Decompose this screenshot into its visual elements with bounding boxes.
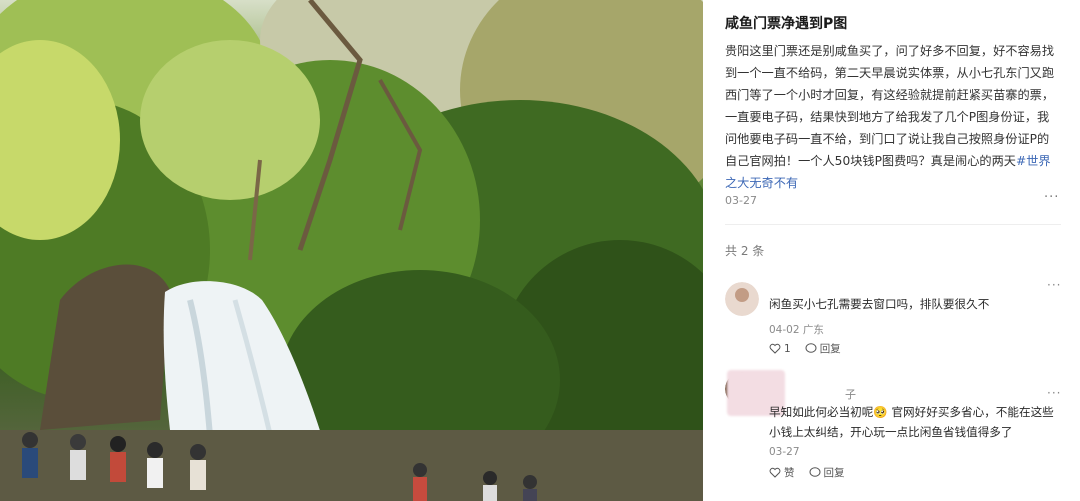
like-label: 赞 xyxy=(784,467,795,479)
comment-date-location: 04-02 广东 xyxy=(769,324,824,336)
post-body: 贵阳这里门票还是别咸鱼买了，问了好多不回复，好不容易找到一个一直不给码，第二天早… xyxy=(725,40,1060,194)
photo-scene xyxy=(0,0,703,501)
heart-icon xyxy=(769,343,781,354)
comment-icon xyxy=(805,343,817,353)
post-body-text: 贵阳这里门票还是别咸鱼买了，问了好多不回复，好不容易找到一个一直不给码，第二天早… xyxy=(725,44,1055,168)
reply-label: 回复 xyxy=(823,467,845,479)
divider xyxy=(725,224,1061,225)
waterfall-photo xyxy=(0,0,703,501)
reply-label: 回复 xyxy=(819,343,841,355)
avatar-image xyxy=(725,282,759,316)
post-title: 咸鱼门票净遇到P图 xyxy=(725,16,848,32)
comment-actions: 赞 回复 xyxy=(769,465,845,480)
reply-button[interactable]: 回复 xyxy=(805,341,841,356)
post-more-button[interactable]: ··· xyxy=(1044,190,1059,205)
comment-count: 共 2 条 xyxy=(725,244,765,258)
avatar[interactable] xyxy=(725,282,759,316)
heart-icon xyxy=(769,467,781,478)
reply-button[interactable]: 回复 xyxy=(809,465,845,480)
comment-date: 03-27 xyxy=(769,446,800,458)
like-button[interactable]: 1 xyxy=(769,343,791,355)
comment-text: 早知如此何必当初呢🥺 官网好好买多省心，不能在这些小钱上太纠结，开心玩一点比闲鱼… xyxy=(769,405,1054,439)
comment-actions: 1 回复 xyxy=(769,341,841,356)
like-count: 1 xyxy=(784,342,791,355)
comment-text: 闲鱼买小七孔需要去窗口吗，排队要很久不 xyxy=(769,297,990,311)
comment-icon xyxy=(809,467,820,477)
comment-author[interactable]: 子 xyxy=(845,386,856,402)
comment-more-button[interactable]: ··· xyxy=(1047,386,1061,400)
comment-more-button[interactable]: ··· xyxy=(1047,278,1061,292)
like-button[interactable]: 赞 xyxy=(769,465,795,480)
post-date: 03-27 xyxy=(725,194,757,207)
post-panel: 咸鱼门票净遇到P图 贵阳这里门票还是别咸鱼买了，问了好多不回复，好不容易找到一个… xyxy=(703,0,1080,501)
